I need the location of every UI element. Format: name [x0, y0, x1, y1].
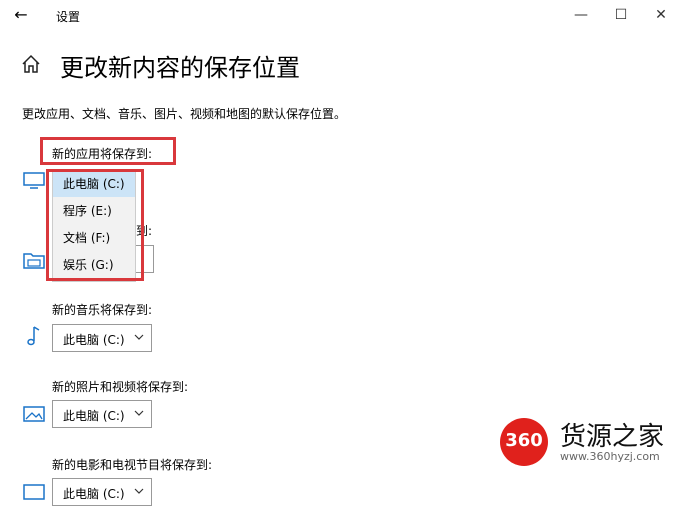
music-location-dropdown[interactable]: 此电脑 (C:) [52, 324, 152, 352]
window-title: 设置 [56, 10, 81, 24]
music-save-label: 新的音乐将保存到: [52, 303, 153, 317]
photos-location-value: 此电脑 (C:) [63, 409, 125, 423]
back-button[interactable]: ← [8, 4, 34, 26]
chevron-down-icon [134, 488, 144, 494]
movies-location-dropdown[interactable]: 此电脑 (C:) [52, 478, 152, 506]
watermark-logo-text: 360 [505, 430, 543, 451]
highlight-box-dropdown [46, 169, 144, 281]
monitor-icon [23, 172, 45, 189]
movies-save-label: 新的电影和电视节目将保存到: [52, 458, 213, 472]
chevron-down-icon [134, 410, 144, 416]
photos-save-label: 新的照片和视频将保存到: [52, 380, 189, 394]
chevron-down-icon [134, 334, 144, 340]
movies-location-value: 此电脑 (C:) [63, 487, 125, 501]
maximize-button[interactable]: ☐ [606, 4, 636, 26]
film-icon [23, 484, 45, 500]
music-note-icon [27, 326, 40, 346]
close-button[interactable]: ✕ [646, 4, 676, 26]
folder-icon [23, 253, 45, 269]
apps-save-label: 新的应用将保存到: [52, 147, 153, 161]
page-title: 更改新内容的保存位置 [60, 54, 300, 82]
watermark-url: www.360hyzj.com [560, 450, 660, 463]
title-bar: ← 设置 — ☐ ✕ [0, 0, 682, 30]
minimize-button[interactable]: — [566, 4, 596, 26]
page-description: 更改应用、文档、音乐、图片、视频和地图的默认保存位置。 [22, 107, 347, 121]
home-icon[interactable] [20, 53, 42, 75]
music-location-value: 此电脑 (C:) [63, 333, 125, 347]
watermark-name: 货源之家 [560, 422, 665, 452]
photos-location-dropdown[interactable]: 此电脑 (C:) [52, 400, 152, 428]
picture-icon [23, 406, 45, 422]
